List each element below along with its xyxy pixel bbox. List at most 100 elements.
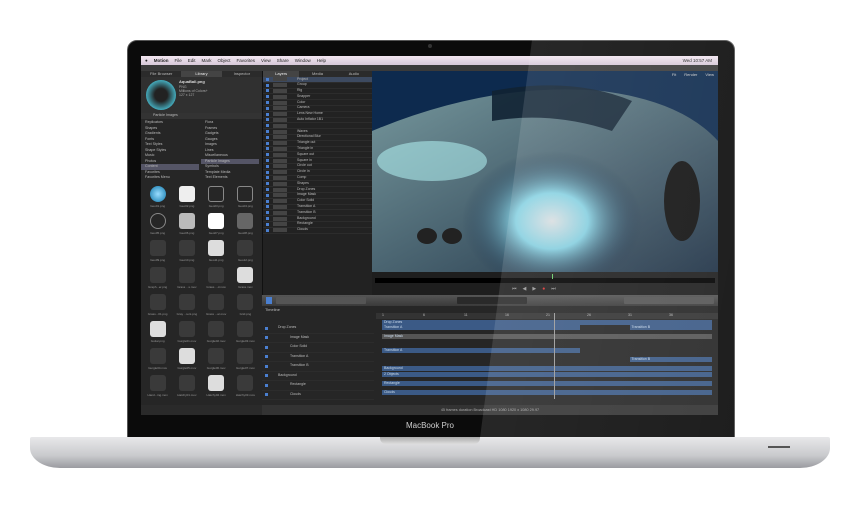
menu-window[interactable]: Window: [295, 58, 311, 63]
layer-checkbox[interactable]: [266, 222, 269, 226]
menu-edit[interactable]: Edit: [188, 58, 196, 63]
library-item[interactable]: Guitar.png: [143, 319, 172, 345]
library-item[interactable]: Graph...er.png: [143, 265, 172, 291]
library-item[interactable]: Geo04.png: [231, 184, 260, 210]
layer-checkbox[interactable]: [266, 176, 269, 180]
library-item[interactable]: Gurgle02.mov: [202, 319, 231, 345]
layer-checkbox[interactable]: [266, 205, 269, 209]
tab-layers[interactable]: Layers: [263, 71, 300, 77]
layer-checkbox[interactable]: [266, 130, 269, 134]
layer-checkbox[interactable]: [266, 141, 269, 145]
layer-checkbox[interactable]: [266, 83, 269, 87]
row-checkbox[interactable]: [265, 336, 268, 340]
library-item[interactable]: Grass...01.png: [143, 292, 172, 318]
layer-checkbox[interactable]: [266, 170, 269, 174]
library-item[interactable]: Geo09.png: [143, 238, 172, 264]
layer-checkbox[interactable]: [266, 153, 269, 157]
menu-favorites[interactable]: Favorites: [237, 58, 256, 63]
library-item[interactable]: Geo06.png: [172, 211, 201, 237]
layer-checkbox[interactable]: [266, 188, 269, 192]
library-item[interactable]: Geo11.png: [202, 238, 231, 264]
row-checkbox[interactable]: [265, 355, 268, 359]
layer-checkbox[interactable]: [266, 159, 269, 163]
folder-item[interactable]: Text Elements: [201, 175, 259, 181]
row-checkbox[interactable]: [265, 393, 268, 397]
menu-mark[interactable]: Mark: [202, 58, 212, 63]
menu-help[interactable]: Help: [317, 58, 326, 63]
timeline-row[interactable]: Color Solid: [262, 343, 374, 353]
library-item[interactable]: Gurgle05.mov: [172, 346, 201, 372]
timeline-row[interactable]: Background: [262, 372, 374, 381]
row-checkbox[interactable]: [265, 364, 268, 368]
library-item[interactable]: Gurgle06.mov: [202, 346, 231, 372]
menu-motion[interactable]: Motion: [154, 58, 169, 63]
library-item[interactable]: Grid.png: [231, 292, 260, 318]
row-checkbox[interactable]: [265, 374, 268, 378]
library-item[interactable]: Geo10.png: [172, 238, 201, 264]
library-item[interactable]: Geo12.png: [231, 238, 260, 264]
menu-view[interactable]: View: [261, 58, 271, 63]
layer-checkbox[interactable]: [266, 106, 269, 110]
timeline-row[interactable]: Clouds: [262, 391, 374, 400]
item-thumbnail: [149, 375, 166, 391]
apple-icon[interactable]: ●: [145, 58, 148, 63]
timeline-row[interactable]: Rectangle: [262, 381, 374, 391]
library-item[interactable]: Hand...ing.mov: [143, 373, 172, 399]
library-item[interactable]: Hatchy01.mov: [172, 373, 201, 399]
layer-checkbox[interactable]: [266, 193, 269, 197]
library-item[interactable]: Gray ...ient.png: [172, 292, 201, 318]
timeline-row[interactable]: Drop Zones: [262, 324, 374, 334]
layer-checkbox[interactable]: [266, 89, 269, 93]
library-item[interactable]: Gurgle07.mov: [231, 346, 260, 372]
select-tool-icon[interactable]: [266, 297, 272, 304]
row-checkbox[interactable]: [265, 326, 268, 330]
layer-checkbox[interactable]: [266, 164, 269, 168]
library-path[interactable]: Particle Images: [141, 113, 262, 119]
layer-checkbox[interactable]: [266, 101, 269, 105]
layer-checkbox[interactable]: [266, 124, 269, 128]
layer-checkbox[interactable]: [266, 147, 269, 151]
item-thumbnail: [149, 294, 166, 310]
tab-audio[interactable]: Audio: [336, 71, 372, 77]
layer-checkbox[interactable]: [266, 135, 269, 139]
tool-group[interactable]: [276, 297, 366, 304]
library-item[interactable]: Hatchy03.mov: [231, 373, 260, 399]
timeline-row[interactable]: Image Mask: [262, 334, 374, 343]
library-item[interactable]: Geo07.png: [202, 211, 231, 237]
layer-checkbox[interactable]: [266, 199, 269, 203]
layer-checkbox[interactable]: [266, 228, 269, 232]
layer-checkbox[interactable]: [266, 95, 269, 99]
library-item[interactable]: Geo03.png: [202, 184, 231, 210]
layer-checkbox[interactable]: [266, 77, 269, 81]
library-item[interactable]: Grass.mov: [231, 265, 260, 291]
library-grid: Geo01.png Geo02.png Geo03.png Geo04.png Geo0…: [143, 184, 260, 399]
menu-file[interactable]: File: [174, 58, 181, 63]
timeline-row[interactable]: Transition B: [262, 362, 374, 372]
layer-checkbox[interactable]: [266, 182, 269, 186]
row-checkbox[interactable]: [265, 383, 268, 387]
library-item[interactable]: Gurgle01.mov: [172, 319, 201, 345]
layer-checkbox[interactable]: [266, 112, 269, 116]
item-thumbnail: [208, 294, 225, 310]
library-item[interactable]: Grass ...s.mov: [172, 265, 201, 291]
layer-row[interactable]: Clouds: [263, 227, 372, 234]
library-item[interactable]: Geo01.png: [143, 184, 172, 210]
menu-share[interactable]: Share: [277, 58, 289, 63]
library-item[interactable]: Gurgle04.mov: [143, 346, 172, 372]
library-item[interactable]: Grass ...ar.mov: [202, 292, 231, 318]
category-item[interactable]: Favorites Menu: [141, 175, 199, 181]
timeline-row[interactable]: Transition A: [262, 353, 374, 362]
menu-object[interactable]: Object: [218, 58, 231, 63]
layer-checkbox[interactable]: [266, 118, 269, 122]
layer-checkbox[interactable]: [266, 211, 269, 215]
item-label: Geo05.png: [150, 231, 166, 235]
library-item[interactable]: Geo08.png: [231, 211, 260, 237]
library-item[interactable]: Grass ...d.mov: [202, 265, 231, 291]
layer-checkbox[interactable]: [266, 217, 269, 221]
row-checkbox[interactable]: [265, 345, 268, 349]
library-item[interactable]: Geo02.png: [172, 184, 201, 210]
item-thumbnail: [237, 375, 254, 391]
library-item[interactable]: Gurgle03.mov: [231, 319, 260, 345]
library-item[interactable]: Hatchy02.mov: [202, 373, 231, 399]
library-item[interactable]: Geo05.png: [143, 211, 172, 237]
